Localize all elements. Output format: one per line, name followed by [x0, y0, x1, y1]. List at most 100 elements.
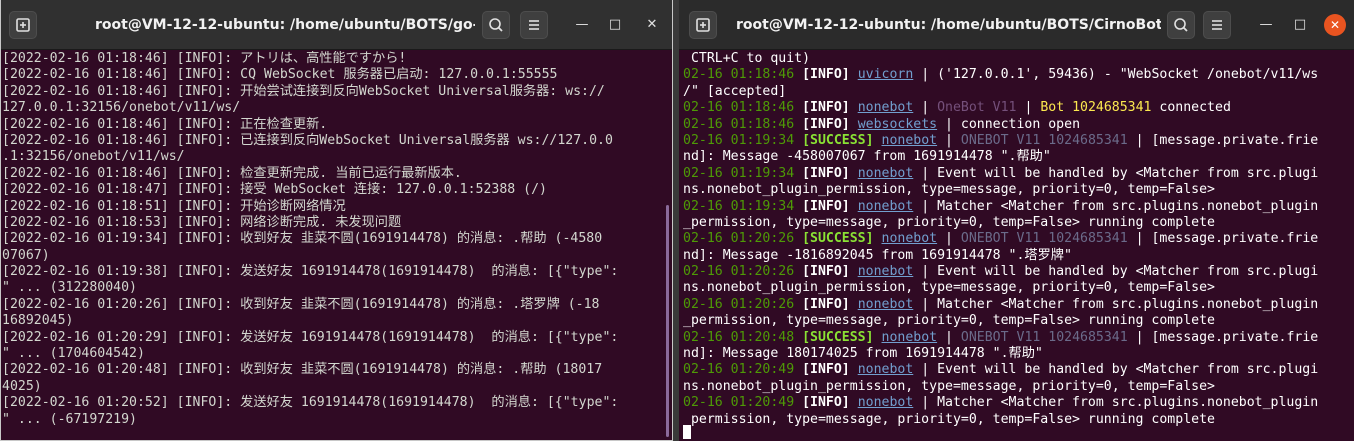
line-segment [850, 67, 858, 82]
line-segment: 02-16 01:20:26 [683, 264, 803, 280]
logger-name-link[interactable]: nonebot [882, 330, 938, 345]
line-segment: Bot 1024685341 [1040, 100, 1152, 116]
menu-button[interactable] [520, 11, 548, 39]
line-segment: 02-16 01:19:34 [683, 165, 803, 181]
logger-name-link[interactable]: websockets [858, 117, 937, 132]
line-segment [850, 264, 858, 279]
maximize-button[interactable]: □ [1289, 14, 1311, 36]
line-segment: ns.nonebot_plugin_permission, type=messa… [683, 182, 1215, 198]
maximize-button[interactable]: □ [604, 14, 626, 36]
terminal-line: 02-16 01:19:34 [SUCCESS] nonebot | ONEBO… [679, 133, 1354, 149]
new-tab-icon [16, 18, 30, 32]
line-segment: ONEBOT V11 1024685341 [960, 231, 1128, 247]
terminal-line: [2022-02-16 01:20:29] [INFO]: 发送好友 16919… [2, 329, 619, 345]
terminal-output[interactable]: CTRL+C to quit) 02-16 01:18:46 [INFO] uvi… [679, 51, 1354, 441]
line-segment: _permission, type=message, priority=0, t… [683, 214, 1215, 230]
line-segment [850, 297, 858, 312]
terminal-line: 02-16 01:20:26 [SUCCESS] nonebot | ONEBO… [679, 231, 1354, 247]
title-bar[interactable]: root@VM-12-12-ubuntu: /home/ubuntu/BOTS/… [1, 0, 672, 50]
logger-name-link[interactable]: nonebot [858, 395, 914, 410]
line-segment [850, 166, 858, 181]
logger-name-link[interactable]: nonebot [858, 362, 914, 377]
logger-name-link[interactable]: nonebot [858, 264, 914, 279]
logger-name-link[interactable]: nonebot [858, 100, 914, 115]
logger-name-link[interactable]: uvicorn [858, 67, 914, 82]
terminal-line: ns.nonebot_plugin_permission, type=messa… [679, 280, 1354, 296]
line-segment: | [message.private.frie [1127, 329, 1319, 345]
minimize-button[interactable]: — [1255, 14, 1277, 36]
terminal-line: CTRL+C to quit) [679, 51, 1354, 67]
terminal-line: 02-16 01:18:46 [INFO] websockets | conne… [679, 117, 1354, 133]
line-segment: _permission, type=message, priority=0, t… [683, 313, 1215, 329]
line-segment: [INFO] [802, 165, 850, 181]
terminal-output[interactable]: [2022-02-16 01:18:46] [INFO]: アトリは、高性能です… [1, 51, 672, 440]
logger-name-link[interactable]: nonebot [858, 166, 914, 181]
line-segment: nd]: Message -458007067 from 1691914478 … [683, 149, 1051, 165]
terminal-line: 127.0.0.1:32156/onebot/v11/ws/ [2, 100, 241, 116]
line-segment [874, 231, 882, 246]
scrollbar[interactable] [666, 205, 669, 437]
terminal-line: 02-16 01:18:46 [INFO] nonebot | OneBot V… [679, 100, 1354, 116]
terminal-line: [2022-02-16 01:18:46] [INFO]: CQ WebSock… [2, 67, 558, 83]
terminal-line: ns.nonebot_plugin_permission, type=messa… [679, 379, 1354, 395]
text-cursor [683, 425, 691, 439]
terminal-line: [2022-02-16 01:20:26] [INFO]: 收到好友 韭菜不圆(… [2, 296, 600, 312]
new-tab-button[interactable] [9, 11, 37, 39]
hamburger-menu-icon [529, 20, 539, 30]
logger-name-link[interactable]: nonebot [882, 231, 938, 246]
line-segment: ONEBOT V11 1024685341 [960, 132, 1128, 148]
title-bar[interactable]: root@VM-12-12-ubuntu: /home/ubuntu/BOTS/… [679, 0, 1354, 50]
line-segment: [INFO] [802, 67, 850, 83]
line-segment: 02-16 01:18:46 [683, 116, 803, 132]
line-segment: | [913, 100, 938, 116]
terminal-line: _permission, type=message, priority=0, t… [679, 313, 1354, 329]
close-button[interactable]: ✕ [1324, 14, 1346, 36]
line-segment: CTRL+C to quit) [683, 51, 811, 66]
terminal-line: 07067) [2, 247, 50, 263]
hamburger-menu-icon [1212, 20, 1222, 30]
logger-name-link[interactable]: nonebot [858, 297, 914, 312]
new-tab-button[interactable] [689, 11, 717, 39]
line-segment: | [1016, 100, 1041, 116]
close-button[interactable]: ✕ [641, 14, 663, 36]
line-segment: | [message.private.frie [1127, 231, 1319, 247]
line-segment: OneBot V11 [937, 100, 1017, 116]
line-segment: [INFO] [802, 198, 850, 214]
logger-name-link[interactable]: nonebot [882, 133, 938, 148]
window-title: root@VM-12-12-ubuntu: /home/ubuntu/BOTS/… [736, 17, 1161, 33]
terminal-line: [2022-02-16 01:18:46] [INFO]: 已连接到反向WebS… [2, 132, 613, 148]
terminal-window-cirnobot[interactable]: root@VM-12-12-ubuntu: /home/ubuntu/BOTS/… [679, 0, 1354, 441]
minimize-button[interactable]: — [571, 14, 593, 36]
terminal-line: " ... (312280040) [2, 280, 137, 296]
terminal-line: 02-16 01:20:26 [INFO] nonebot | Event wi… [679, 264, 1354, 280]
logger-name-link[interactable]: nonebot [858, 199, 914, 214]
line-segment: [INFO] [802, 264, 850, 280]
terminal-line: 02-16 01:19:34 [INFO] nonebot | Matcher … [679, 199, 1354, 215]
terminal-line: " ... (-67197219) [2, 411, 137, 427]
window-title: root@VM-12-12-ubuntu: /home/ubuntu/BOTS/… [95, 17, 475, 33]
terminal-line: 02-16 01:20:26 [INFO] nonebot | Matcher … [679, 297, 1354, 313]
menu-button[interactable] [1203, 11, 1231, 39]
line-segment [850, 199, 858, 214]
line-segment: | Matcher <Matcher from src.plugins.none… [913, 395, 1319, 411]
line-segment: | [937, 132, 961, 148]
search-button[interactable] [1167, 11, 1195, 39]
new-tab-icon [696, 18, 710, 32]
search-icon [489, 18, 503, 32]
line-segment: [SUCCESS] [802, 231, 874, 247]
line-segment: | Event will be handled by <Matcher from… [913, 165, 1319, 181]
line-segment: [INFO] [802, 395, 850, 411]
terminal-window-go-cqhttp[interactable]: root@VM-12-12-ubuntu: /home/ubuntu/BOTS/… [0, 0, 673, 441]
line-segment: ONEBOT V11 1024685341 [960, 329, 1128, 345]
line-segment: 02-16 01:18:46 [683, 67, 803, 83]
line-segment [850, 117, 858, 132]
terminal-line: nd]: Message -1816892045 from 1691914478… [679, 248, 1354, 264]
line-segment: | Matcher <Matcher from src.plugins.none… [913, 198, 1319, 214]
search-button[interactable] [482, 11, 510, 39]
line-segment: [INFO] [802, 362, 850, 378]
line-segment [850, 362, 858, 377]
terminal-line: nd]: Message 180174025 from 1691914478 "… [679, 346, 1354, 362]
line-segment: 02-16 01:19:34 [683, 198, 803, 214]
terminal-line: /" [accepted] [679, 84, 1354, 100]
line-segment: ns.nonebot_plugin_permission, type=messa… [683, 378, 1215, 394]
